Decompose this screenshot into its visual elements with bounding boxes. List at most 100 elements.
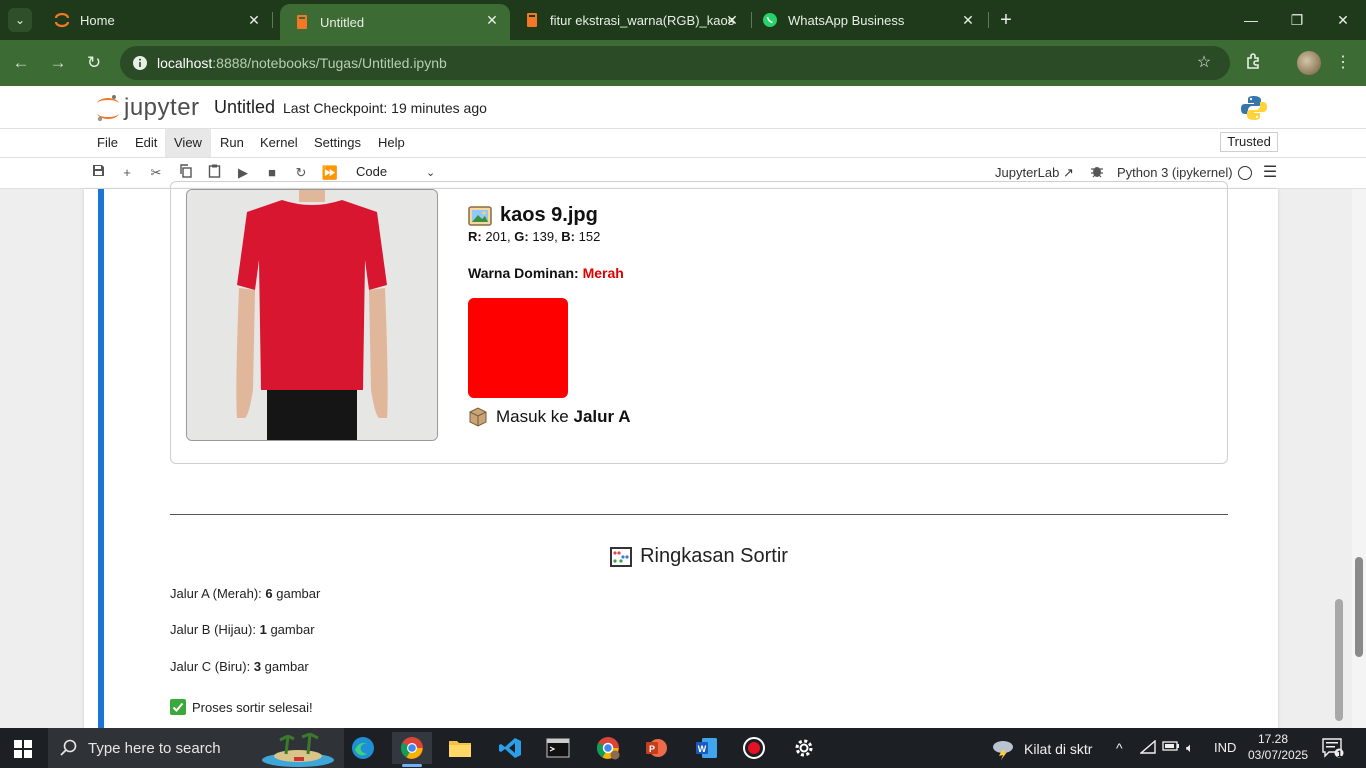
language-indicator[interactable]: IND [1214, 740, 1236, 755]
completion-message: Proses sortir selesai! [170, 699, 313, 715]
page-scrollbar-thumb[interactable] [1355, 557, 1363, 657]
menu-help[interactable]: Help [369, 129, 414, 157]
python-logo-icon [1240, 94, 1268, 122]
lane-assignment: Masuk ke Jalur A [468, 407, 631, 427]
chevron-up-icon[interactable]: ^ [1116, 740, 1123, 756]
close-icon[interactable]: ✕ [960, 12, 976, 28]
save-icon[interactable] [89, 164, 107, 182]
powerpoint-icon[interactable]: P [636, 732, 676, 764]
windows-start-icon[interactable] [14, 740, 32, 758]
tab-untitled[interactable]: Untitled ✕ [280, 4, 510, 40]
weather-widget[interactable]: Kilat di sktr [990, 738, 1092, 760]
profile-avatar[interactable] [1297, 51, 1321, 75]
menu-settings[interactable]: Settings [305, 129, 370, 157]
tab-home[interactable]: Home ✕ [40, 0, 272, 40]
menu-view[interactable]: View [165, 129, 211, 157]
menu-run[interactable]: Run [211, 129, 253, 157]
fast-forward-icon[interactable]: ⏩ [321, 164, 339, 182]
tab-label: Untitled [320, 14, 365, 30]
tab-search-button[interactable]: ⌄ [8, 8, 32, 32]
system-clock[interactable]: 17.28 03/07/2025 [1248, 731, 1308, 763]
active-cell-indicator[interactable] [98, 189, 104, 728]
cell-scrollbar[interactable] [1335, 599, 1343, 721]
new-tab-button[interactable]: + [996, 10, 1016, 30]
extensions-icon[interactable] [1243, 52, 1265, 74]
network-icon[interactable] [1139, 739, 1156, 757]
external-link-icon: ↗ [1062, 165, 1074, 180]
windows-taskbar: Type here to search P W Kilat di sktr ^ [0, 728, 1366, 768]
tab-label: WhatsApp Business [788, 12, 905, 28]
minimize-button[interactable]: — [1228, 0, 1274, 40]
restart-icon[interactable]: ↻ [292, 164, 310, 182]
volume-icon[interactable]: 🔈︎ [1186, 740, 1194, 756]
island-search-highlight-icon [258, 728, 338, 773]
more-menu-icon[interactable]: ⋮ [1332, 52, 1354, 74]
menu-file[interactable]: File [88, 129, 127, 157]
battery-icon[interactable] [1162, 740, 1180, 755]
paste-icon[interactable] [205, 164, 223, 182]
back-arrow-icon[interactable]: ← [10, 52, 32, 74]
debugger-icon[interactable] [1088, 164, 1106, 182]
shirt-image [186, 189, 438, 441]
search-icon [60, 739, 78, 762]
restore-button[interactable]: ❐ [1274, 0, 1320, 40]
summary-row-b: Jalur B (Hijau): 1 gambar [170, 622, 315, 637]
browser-tab-strip: ⌄ Home ✕ Untitled ✕ fitur ekstrasi_warna… [0, 0, 1366, 40]
menu-kernel[interactable]: Kernel [251, 129, 307, 157]
notebook-title[interactable]: Untitled [214, 97, 275, 118]
chevron-down-icon[interactable]: ⌄ [426, 166, 435, 179]
close-icon[interactable]: ✕ [484, 12, 500, 28]
address-bar[interactable]: localhost:8888/notebooks/Tugas/Untitled.… [120, 46, 1230, 80]
chrome-profile-icon[interactable] [588, 732, 628, 764]
cell-type-select[interactable]: Code [356, 164, 387, 179]
terminal-icon[interactable] [538, 732, 578, 764]
whatsapp-icon [762, 12, 778, 28]
summary-row-a: Jalur A (Merah): 6 gambar [170, 586, 321, 601]
dominant-color-value: Merah [582, 265, 624, 281]
reload-icon[interactable]: ↻ [83, 52, 105, 74]
color-swatch [468, 298, 568, 398]
site-info-icon[interactable] [132, 55, 148, 71]
add-cell-icon[interactable]: + [118, 164, 136, 182]
jupyter-brand: jupyter [124, 94, 200, 121]
cut-icon[interactable]: ✂ [147, 164, 165, 182]
notebook-icon [524, 12, 540, 28]
word-icon[interactable]: W [686, 732, 726, 764]
browser-toolbar: ← → ↻ localhost:8888/notebooks/Tugas/Unt… [0, 40, 1366, 86]
close-window-button[interactable]: ✕ [1320, 0, 1366, 40]
notification-count: 1 [1337, 749, 1343, 759]
edge-icon[interactable] [343, 732, 383, 764]
summary-row-c: Jalur C (Biru): 3 gambar [170, 659, 309, 674]
menu-edit[interactable]: Edit [126, 129, 166, 157]
summary-heading: Ringkasan Sortir [170, 545, 1228, 568]
menu-bar: File Edit View Run Kernel Settings Help … [0, 129, 1366, 158]
notebook-page: kaos 9.jpg R: 201, G: 139, B: 152 Warna … [84, 181, 1343, 728]
bookmark-star-icon[interactable]: ☆ [1193, 52, 1215, 74]
check-mark-icon [170, 699, 186, 715]
settings-gear-icon[interactable] [784, 732, 824, 764]
close-icon[interactable]: ✕ [724, 12, 740, 28]
tab-fitur-ekstrasi[interactable]: fitur ekstrasi_warna(RGB)_kaos ✕ [510, 0, 750, 40]
hamburger-menu-icon[interactable]: ☰ [1261, 164, 1279, 182]
close-icon[interactable]: ✕ [246, 12, 262, 28]
tab-separator [988, 12, 989, 28]
trusted-badge[interactable]: Trusted [1220, 132, 1278, 152]
chrome-icon[interactable] [392, 732, 432, 767]
copy-icon[interactable] [176, 164, 194, 182]
jupyterlab-link[interactable]: JupyterLab ↗ [995, 165, 1074, 181]
picture-icon [468, 205, 492, 226]
stop-icon[interactable]: ■ [263, 164, 281, 182]
screen-recorder-icon[interactable] [734, 732, 774, 764]
jupyter-icon [54, 12, 70, 28]
kernel-name[interactable]: Python 3 (ipykernel) [1117, 165, 1233, 180]
file-explorer-icon[interactable] [440, 732, 480, 764]
run-icon[interactable]: ▶ [234, 164, 252, 182]
jupyter-logo-icon[interactable] [94, 93, 122, 123]
vscode-icon[interactable] [490, 732, 530, 764]
thunderstorm-icon [990, 738, 1016, 760]
taskbar-search[interactable]: Type here to search [48, 728, 344, 768]
tab-whatsapp[interactable]: WhatsApp Business ✕ [748, 0, 986, 40]
dominant-color: Warna Dominan: Merah [468, 265, 624, 281]
forward-arrow-icon[interactable]: → [47, 52, 69, 74]
kernel-status-icon [1238, 166, 1252, 180]
